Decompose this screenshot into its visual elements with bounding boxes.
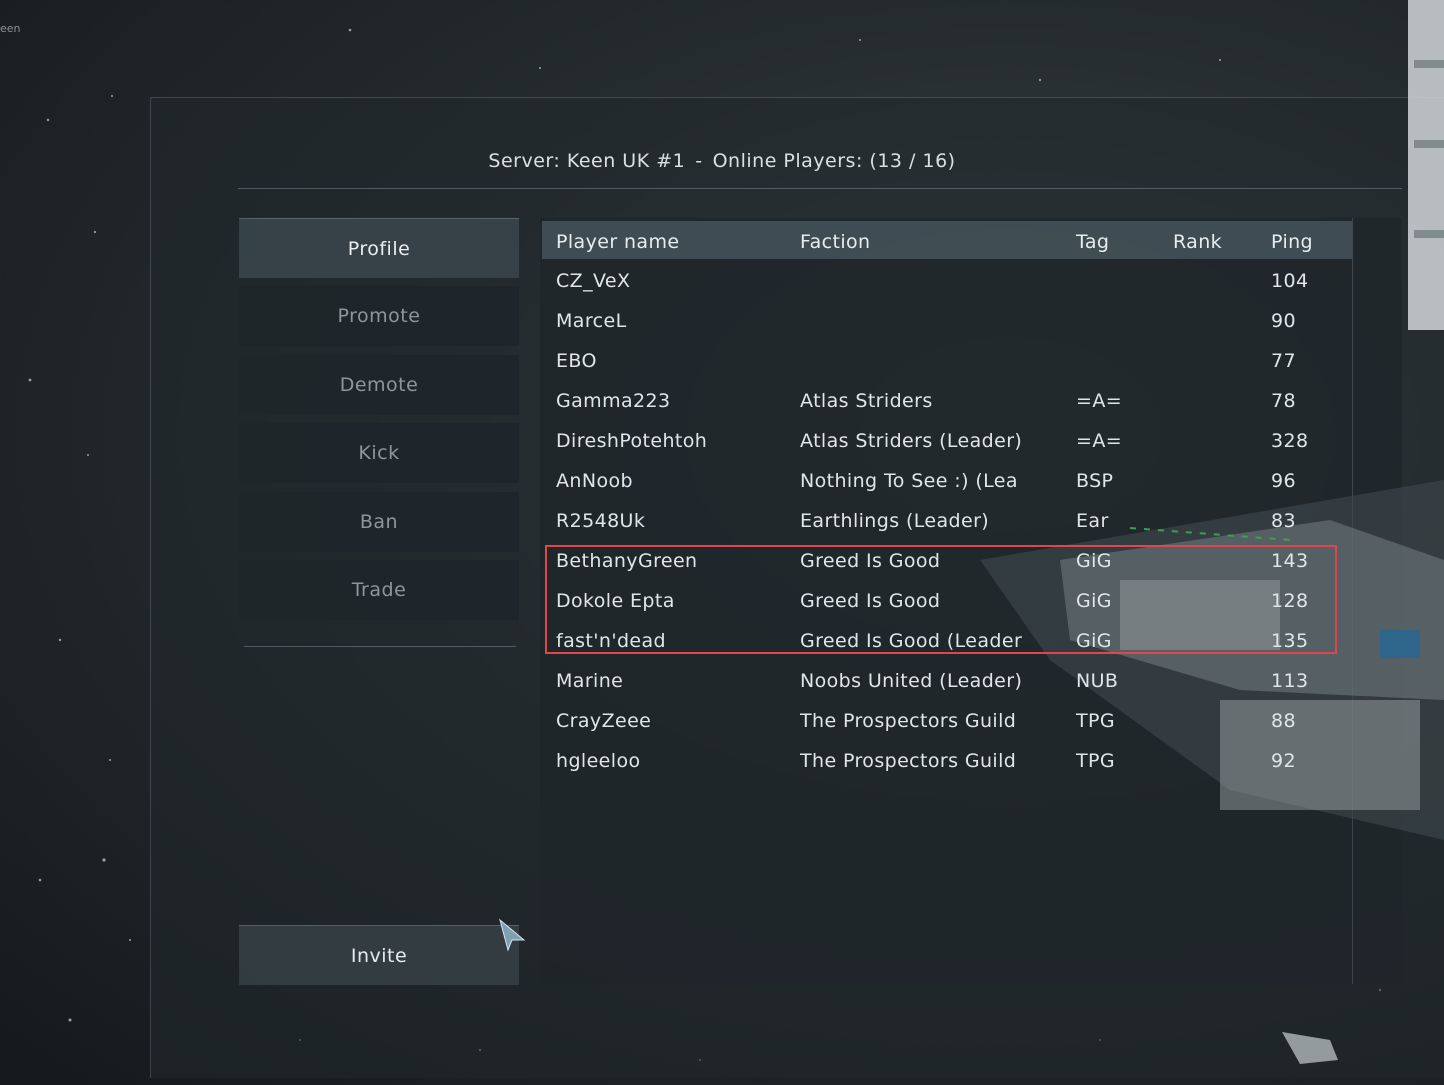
cell-player-name: MarceL (556, 310, 627, 332)
cell-player-name: Dokole Epta (556, 590, 675, 612)
cell-ping: 135 (1271, 630, 1309, 652)
mouse-cursor-icon (499, 918, 526, 952)
player-row[interactable]: Marine Noobs United (Leader) NUB 113 (542, 660, 1352, 700)
cell-faction: Nothing To See :) (Lea (800, 470, 1018, 492)
cell-ping: 128 (1271, 590, 1309, 612)
cell-tag: NUB (1076, 670, 1119, 692)
player-row[interactable]: R2548Uk Earthlings (Leader) Ear 83 (542, 500, 1352, 540)
cell-tag: GiG (1076, 550, 1112, 572)
cell-player-name: DireshPotehtoh (556, 430, 708, 452)
cell-faction: Atlas Striders (Leader) (800, 430, 1023, 452)
player-row[interactable]: MarceL 90 (542, 300, 1352, 340)
server-label: Server: Keen UK #1 (488, 150, 686, 172)
player-row[interactable]: BethanyGreen Greed Is Good GiG 143 (542, 540, 1352, 580)
cell-ping: 77 (1271, 350, 1296, 372)
player-row[interactable]: CZ_VeX 104 (542, 260, 1352, 300)
cell-player-name: Gamma223 (556, 390, 671, 412)
player-row[interactable]: CrayZeee The Prospectors Guild TPG 88 (542, 700, 1352, 740)
cell-ping: 92 (1271, 750, 1296, 772)
trade-button[interactable]: Trade (239, 560, 519, 620)
cell-player-name: CZ_VeX (556, 270, 631, 292)
player-row[interactable]: fast'n'dead Greed Is Good (Leader GiG 135 (542, 620, 1352, 660)
cell-faction: Atlas Striders (800, 390, 933, 412)
cell-ping: 90 (1271, 310, 1296, 332)
column-header-player-name[interactable]: Player name (556, 231, 679, 253)
cell-faction: Greed Is Good (Leader (800, 630, 1023, 652)
cell-tag: GiG (1076, 630, 1112, 652)
cell-player-name: Marine (556, 670, 624, 692)
cell-tag: Ear (1076, 510, 1109, 532)
cell-player-name: R2548Uk (556, 510, 646, 532)
cell-player-name: hgleeloo (556, 750, 641, 772)
kick-button[interactable]: Kick (239, 423, 519, 483)
server-header: Server: Keen UK #1- Online Players: (13 /… (0, 150, 1444, 172)
cell-ping: 328 (1271, 430, 1309, 452)
column-header-rank[interactable]: Rank (1173, 231, 1222, 253)
cell-tag: BSP (1076, 470, 1114, 492)
player-row[interactable]: Gamma223 Atlas Striders =A= 78 (542, 380, 1352, 420)
cell-ping: 143 (1271, 550, 1309, 572)
ban-button[interactable]: Ban (239, 492, 519, 552)
table-header-row: Player name Faction Tag Rank Ping (542, 221, 1352, 259)
player-row[interactable]: EBO 77 (542, 340, 1352, 380)
cell-faction: Greed Is Good (800, 550, 941, 572)
cell-tag: GiG (1076, 590, 1112, 612)
cell-player-name: fast'n'dead (556, 630, 667, 652)
header-divider (238, 188, 1402, 189)
cell-ping: 113 (1271, 670, 1309, 692)
player-row[interactable]: DireshPotehtoh Atlas Striders (Leader) =A=… (542, 420, 1352, 460)
cell-tag: =A= (1076, 430, 1123, 452)
cell-faction: Earthlings (Leader) (800, 510, 990, 532)
column-header-tag[interactable]: Tag (1076, 231, 1109, 253)
header-separator: - (695, 150, 703, 172)
promote-button[interactable]: Promote (239, 286, 519, 346)
cell-ping: 78 (1271, 390, 1296, 412)
player-row[interactable]: Dokole Epta Greed Is Good GiG 128 (542, 580, 1352, 620)
cell-player-name: BethanyGreen (556, 550, 698, 572)
sidebar-divider (244, 646, 516, 647)
player-row[interactable]: hgleeloo The Prospectors Guild TPG 92 (542, 740, 1352, 780)
cell-ping: 83 (1271, 510, 1296, 532)
cell-ping: 96 (1271, 470, 1296, 492)
cell-faction: The Prospectors Guild (800, 750, 1017, 772)
player-row[interactable]: AnNoob Nothing To See :) (Lea BSP 96 (542, 460, 1352, 500)
cell-tag: TPG (1076, 710, 1115, 732)
profile-button[interactable]: Profile (239, 218, 519, 278)
column-header-ping[interactable]: Ping (1271, 231, 1313, 253)
cell-tag: TPG (1076, 750, 1115, 772)
cell-player-name: CrayZeee (556, 710, 652, 732)
cell-tag: =A= (1076, 390, 1123, 412)
corner-fragment-text: een (0, 22, 21, 35)
demote-button[interactable]: Demote (239, 355, 519, 415)
cell-player-name: EBO (556, 350, 597, 372)
players-count: (13 / 16) (869, 150, 956, 172)
column-header-faction[interactable]: Faction (800, 231, 1062, 253)
cell-ping: 104 (1271, 270, 1309, 292)
cell-faction: The Prospectors Guild (800, 710, 1017, 732)
cell-faction: Noobs United (Leader) (800, 670, 1023, 692)
cell-faction: Greed Is Good (800, 590, 941, 612)
players-label: Online Players: (712, 150, 863, 172)
cell-player-name: AnNoob (556, 470, 633, 492)
invite-button[interactable]: Invite (239, 925, 519, 985)
cell-ping: 88 (1271, 710, 1296, 732)
table-scrollbar[interactable] (1352, 218, 1353, 984)
